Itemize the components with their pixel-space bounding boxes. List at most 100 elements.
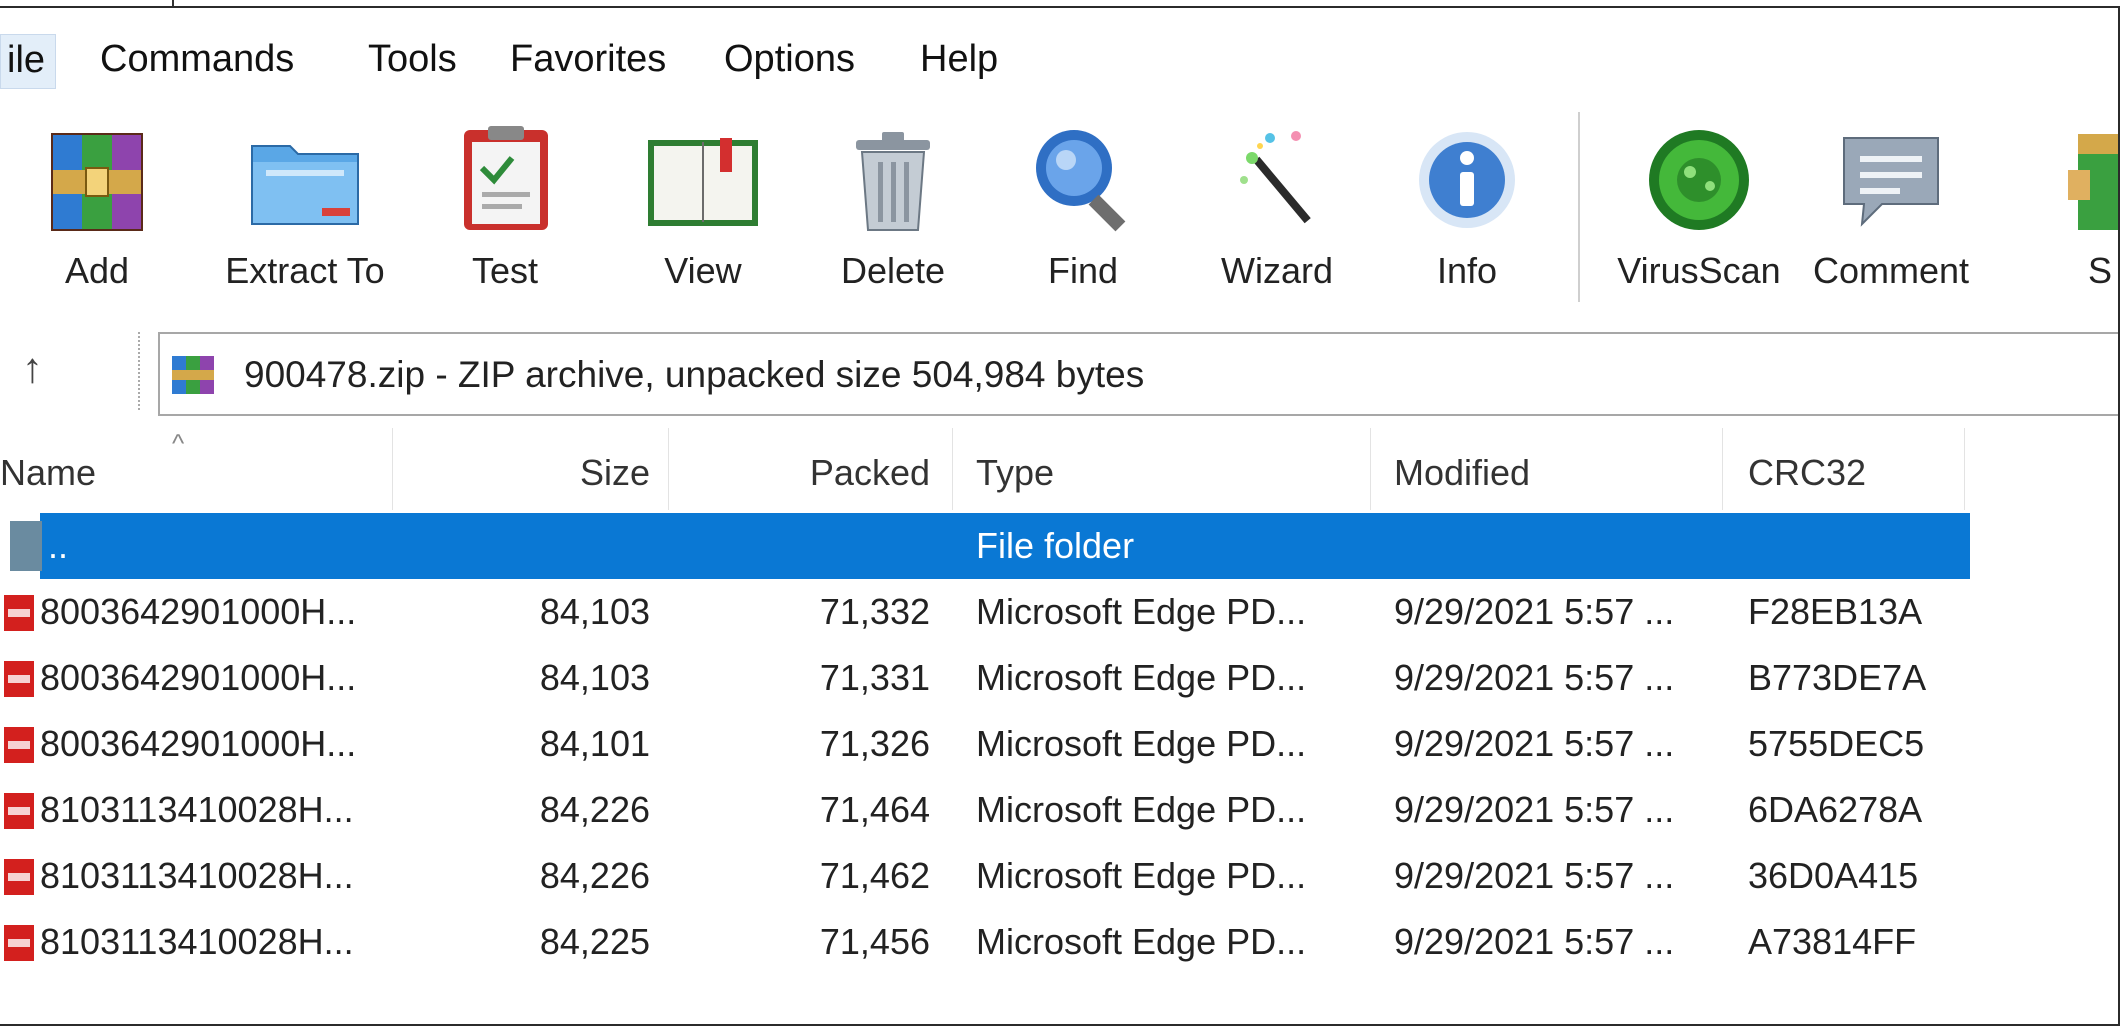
row-size: 84,226: [539, 789, 650, 830]
sort-ascending-icon: ^: [172, 428, 185, 458]
pdf-file-icon: [4, 661, 34, 697]
winrar-window: ile Commands Tools Favorites Options Hel…: [0, 6, 2120, 1026]
row-modified: 9/29/2021 5:57 ...: [1394, 657, 1675, 698]
column-header-type[interactable]: Type: [976, 452, 1054, 494]
table-row[interactable]: 8103113410028H... 84,226 71,464 Microsof…: [0, 777, 1970, 843]
find-button[interactable]: Find: [998, 108, 1168, 308]
wizard-button[interactable]: Wizard: [1192, 108, 1362, 308]
pdf-file-icon: [4, 727, 34, 763]
row-crc32: 5755DEC5: [1748, 723, 1925, 764]
test-clipboard-icon: [464, 126, 548, 230]
info-icon: [1419, 132, 1515, 228]
row-crc32: 6DA6278A: [1748, 789, 1923, 830]
table-row[interactable]: 8103113410028H... 84,226 71,462 Microsof…: [0, 843, 1970, 909]
row-name: 8103113410028H...: [40, 921, 354, 962]
view-book-icon: [648, 138, 758, 226]
row-packed: 71,456: [819, 921, 930, 962]
row-crc32: A73814FF: [1748, 921, 1917, 962]
row-type: Microsoft Edge PD...: [976, 789, 1307, 830]
table-row[interactable]: 8103113410028H... 84,225 71,456 Microsof…: [0, 909, 1970, 975]
sfx-button[interactable]: S: [2040, 108, 2118, 308]
row-type: Microsoft Edge PD...: [976, 855, 1307, 896]
extract-to-button[interactable]: Extract To: [210, 108, 400, 308]
file-list-header: ^ Name Size Packed Type Modified CRC32: [0, 428, 2118, 510]
menu-file[interactable]: ile: [0, 34, 57, 89]
pdf-file-icon: [4, 793, 34, 829]
extract-folder-icon: [251, 145, 359, 225]
row-type: File folder: [976, 525, 1135, 566]
row-name: 8103113410028H...: [40, 855, 354, 896]
menu-favorites[interactable]: Favorites: [510, 38, 666, 81]
row-modified: 9/29/2021 5:57 ...: [1394, 723, 1675, 764]
test-button[interactable]: Test: [420, 108, 590, 308]
menu-tools[interactable]: Tools: [368, 38, 457, 81]
info-button[interactable]: Info: [1382, 108, 1552, 308]
row-modified: 9/29/2021 5:57 ...: [1394, 921, 1675, 962]
virusscan-icon: [1649, 130, 1749, 230]
column-divider: [952, 428, 953, 510]
add-archive-icon: [51, 133, 143, 231]
row-type: Microsoft Edge PD...: [976, 723, 1307, 764]
address-separator: [138, 332, 142, 410]
table-row[interactable]: 8003642901000H... 84,103 71,331 Microsof…: [0, 645, 1970, 711]
row-size: 84,103: [539, 591, 650, 632]
row-size: 84,226: [539, 855, 650, 896]
row-crc32: F28EB13A: [1748, 591, 1923, 632]
pdf-file-icon: [4, 595, 34, 631]
row-name: ..: [48, 525, 69, 566]
address-bar: ↑ 900478.zip - ZIP archive, unpacked siz…: [0, 322, 2118, 422]
row-name: 8103113410028H...: [40, 789, 354, 830]
toolbar: Add Extract To Test View Delete Find Wiz…: [0, 108, 2118, 308]
row-size: 84,103: [539, 657, 650, 698]
up-arrow-icon[interactable]: ↑: [22, 344, 43, 392]
sfx-icon: [2068, 134, 2118, 230]
row-size: 84,225: [539, 921, 650, 962]
column-divider: [1964, 428, 1965, 510]
menu-options[interactable]: Options: [724, 38, 855, 81]
row-modified: 9/29/2021 5:57 ...: [1394, 789, 1675, 830]
column-header-packed[interactable]: Packed: [680, 452, 930, 494]
address-text: 900478.zip - ZIP archive, unpacked size …: [244, 354, 1145, 395]
table-row[interactable]: 8003642901000H... 84,101 71,326 Microsof…: [0, 711, 1970, 777]
column-header-modified[interactable]: Modified: [1394, 452, 1530, 494]
wizard-wand-icon: [1240, 131, 1311, 224]
table-row[interactable]: 8003642901000H... 84,103 71,332 Microsof…: [0, 579, 1970, 645]
folder-icon: [10, 521, 42, 571]
menu-help[interactable]: Help: [920, 38, 998, 81]
menu-bar: ile Commands Tools Favorites Options Hel…: [0, 8, 2118, 108]
column-divider: [392, 428, 393, 510]
address-field[interactable]: 900478.zip - ZIP archive, unpacked size …: [158, 332, 2118, 416]
row-crc32: 36D0A415: [1748, 855, 1919, 896]
row-packed: 71,462: [819, 855, 930, 896]
add-button[interactable]: Add: [12, 108, 182, 308]
row-name: 8003642901000H...: [40, 657, 357, 698]
row-packed: 71,326: [819, 723, 930, 764]
virusscan-button[interactable]: VirusScan: [1604, 108, 1794, 308]
row-name: 8003642901000H...: [40, 591, 357, 632]
delete-button[interactable]: Delete: [808, 108, 978, 308]
comment-button[interactable]: Comment: [1796, 108, 1986, 308]
delete-trash-icon: [856, 132, 930, 231]
row-packed: 71,332: [819, 591, 930, 632]
row-name: 8003642901000H...: [40, 723, 357, 764]
comment-icon: [1843, 137, 1939, 227]
view-button[interactable]: View: [618, 108, 788, 308]
row-packed: 71,464: [819, 789, 930, 830]
row-type: Microsoft Edge PD...: [976, 657, 1307, 698]
row-packed: 71,331: [819, 657, 930, 698]
column-header-size[interactable]: Size: [400, 452, 650, 494]
row-size: 84,101: [539, 723, 650, 764]
pdf-file-icon: [4, 859, 34, 895]
column-header-name[interactable]: Name: [0, 452, 96, 494]
column-divider: [1370, 428, 1371, 510]
column-divider: [668, 428, 669, 510]
parent-folder-row[interactable]: .. File folder: [10, 513, 1970, 579]
row-modified: 9/29/2021 5:57 ...: [1394, 591, 1675, 632]
zip-archive-icon: [172, 356, 214, 394]
row-modified: 9/29/2021 5:57 ...: [1394, 855, 1675, 896]
row-type: Microsoft Edge PD...: [976, 921, 1307, 962]
toolbar-separator: [1578, 112, 1580, 302]
menu-commands[interactable]: Commands: [100, 38, 294, 81]
column-header-crc32[interactable]: CRC32: [1748, 452, 1866, 494]
find-magnifier-icon: [1036, 130, 1126, 232]
